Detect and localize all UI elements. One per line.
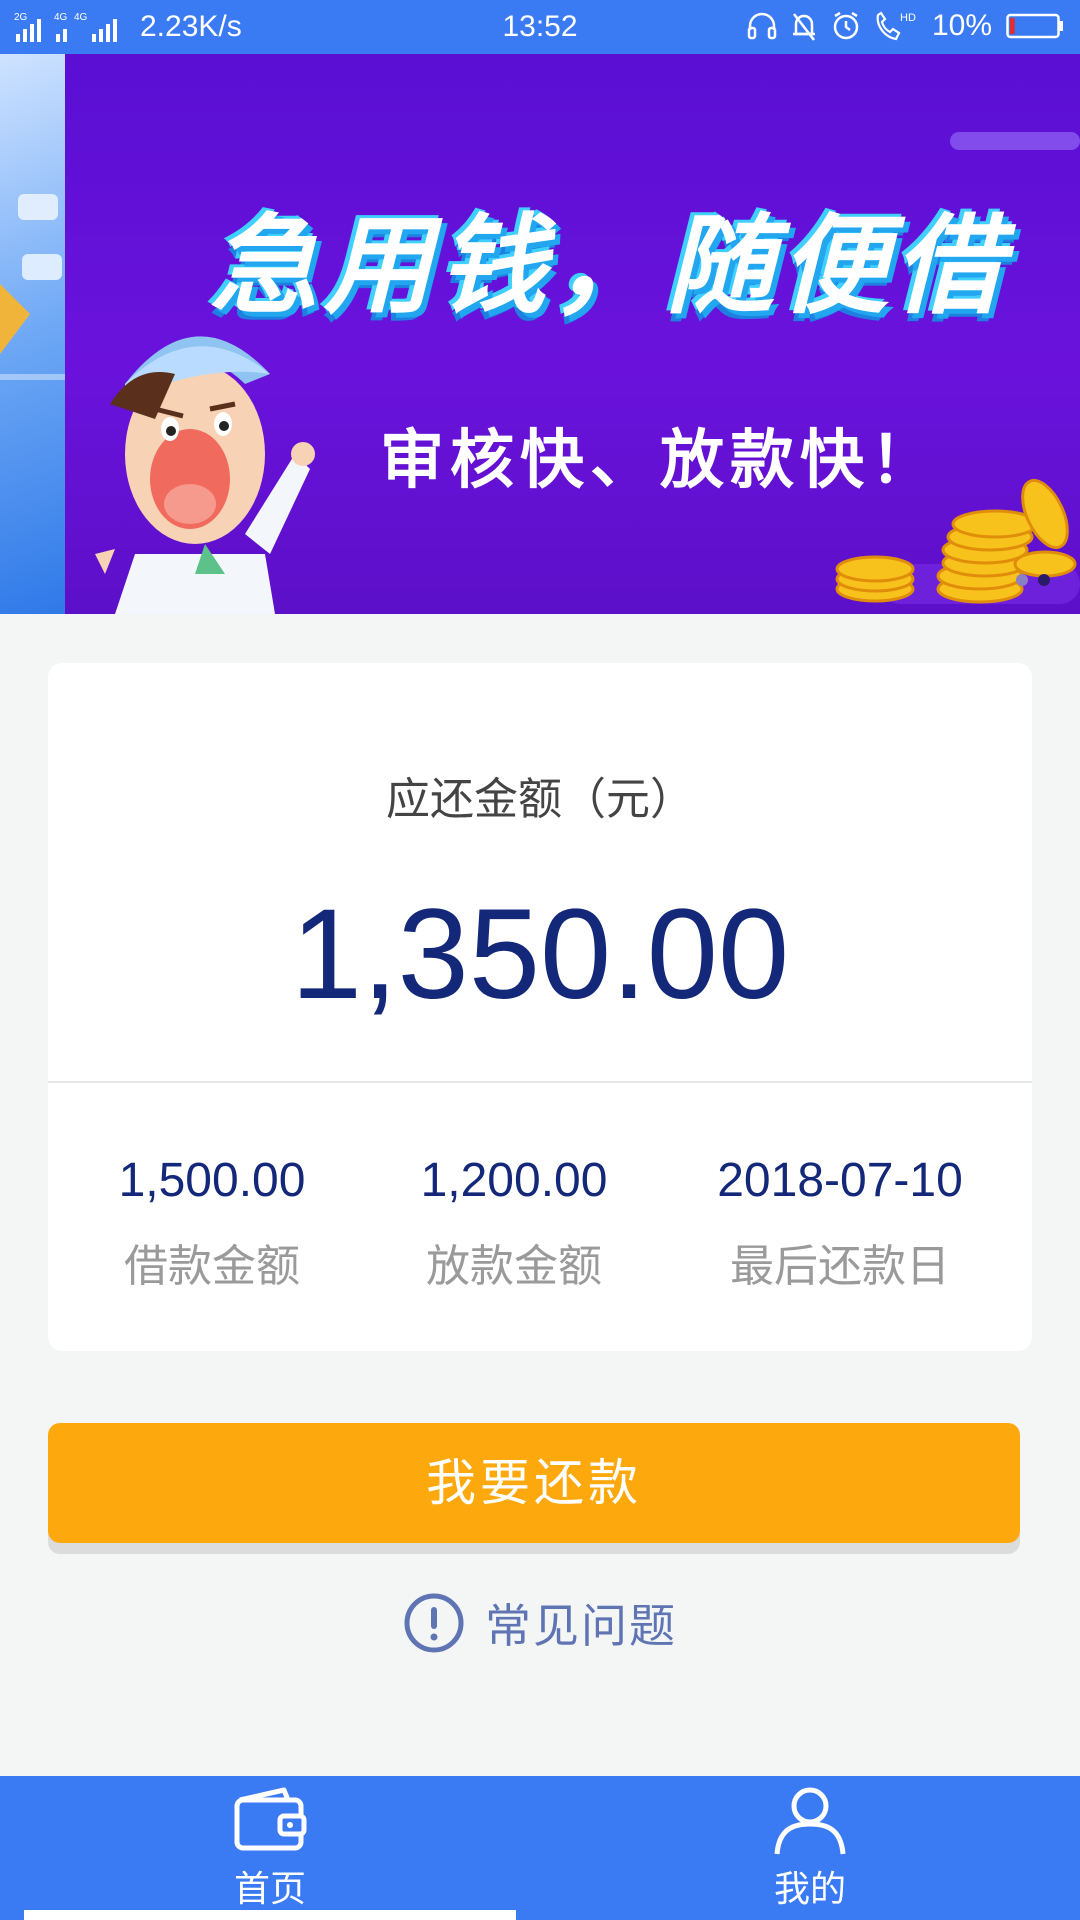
amount-due-label: 应还金额（元）	[386, 774, 694, 825]
card-divider	[48, 1081, 1032, 1083]
exclamation-circle-icon	[404, 1593, 464, 1653]
user-icon	[774, 1787, 846, 1855]
loan-amount-stat: 1,500.00 借款金额	[48, 1153, 376, 1294]
banner-headline: 急用钱，随便借	[210, 204, 1009, 329]
bottom-navigation: 首页 我的	[0, 1776, 1080, 1920]
disbursed-amount-value: 1,200.00	[420, 1154, 608, 1207]
gold-coins-illustration	[835, 478, 1077, 604]
disbursed-amount-label: 放款金额	[426, 1241, 602, 1292]
due-date-label: 最后还款日	[730, 1241, 950, 1292]
faq-label: 常见问题	[485, 1599, 677, 1653]
alarm-icon	[833, 11, 859, 40]
nav-item-mine[interactable]: 我的	[540, 1786, 1080, 1912]
due-date-stat: 2018-07-10 最后还款日	[670, 1153, 1010, 1294]
banner-decor-stripe	[950, 132, 1080, 150]
nav-label-mine: 我的	[773, 1869, 846, 1910]
wallet-icon	[234, 1787, 307, 1851]
battery-icon	[1006, 13, 1063, 39]
banner-previous-slide-edge	[0, 54, 65, 614]
nav-item-home[interactable]: 首页	[0, 1786, 540, 1912]
loan-amount-value: 1,500.00	[118, 1154, 306, 1207]
status-bar-right: HD 10%	[736, 9, 1064, 43]
due-date-value: 2018-07-10	[717, 1154, 963, 1207]
battery-percent: 10%	[931, 9, 992, 42]
status-bar: 2G 4G 4G 2.23K/s 13:52 HD 10%	[0, 0, 1080, 54]
hd-call-icon: HD	[876, 11, 916, 41]
loan-amount-label: 借款金额	[124, 1241, 300, 1292]
cartoon-character-illustration	[95, 336, 315, 614]
headphones-icon	[747, 12, 777, 40]
repayment-summary-card: 应还金额（元） 1,350.00 1,500.00 借款金额 1,200.00 …	[48, 663, 1032, 1351]
nav-label-home: 首页	[233, 1869, 306, 1910]
banner-pagination[interactable]	[1006, 574, 1050, 586]
isometric-illustration	[0, 194, 65, 380]
banner-dot-1[interactable]	[1016, 574, 1028, 586]
banner-dot-2[interactable]	[1038, 574, 1050, 586]
hd-label: HD	[900, 12, 916, 24]
promo-banner[interactable]: 急用钱，随便借 审核快、放款快！	[0, 54, 1080, 614]
app-screen: 2G 4G 4G 2.23K/s 13:52 HD 10% 急用钱，随便借 审核…	[0, 0, 1080, 1920]
repay-button[interactable]: 我要还款	[48, 1423, 1020, 1543]
disbursed-amount-stat: 1,200.00 放款金额	[350, 1153, 678, 1294]
active-tab-indicator	[24, 1910, 516, 1920]
amount-due-value: 1,350.00	[290, 883, 790, 1026]
faq-link[interactable]: 常见问题	[0, 1588, 1080, 1658]
bell-muted-icon	[792, 13, 815, 41]
